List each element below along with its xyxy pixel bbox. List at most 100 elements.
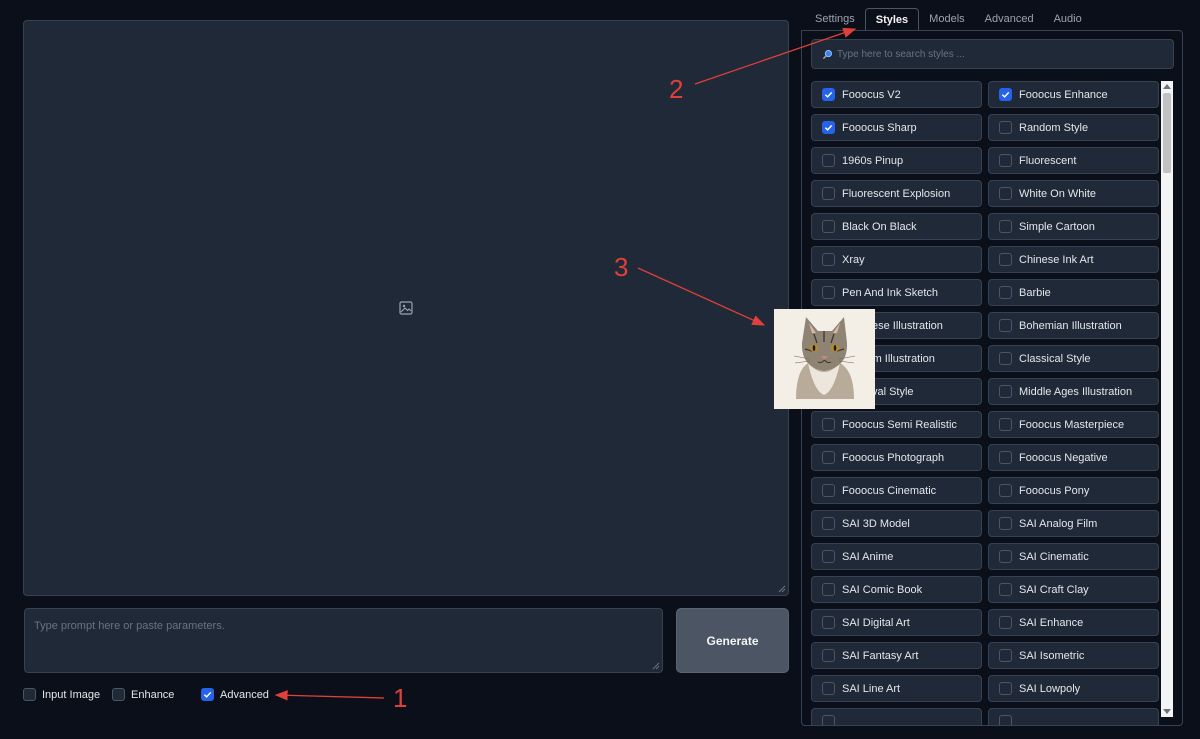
- style-label: Fooocus Masterpiece: [1019, 418, 1125, 431]
- style-checkbox[interactable]: [999, 154, 1012, 167]
- style-checkbox[interactable]: [999, 385, 1012, 398]
- style-option[interactable]: Pen And Ink Sketch: [811, 279, 982, 306]
- generate-button[interactable]: Generate: [676, 608, 789, 673]
- style-option[interactable]: White On White: [988, 180, 1159, 207]
- style-checkbox[interactable]: [822, 517, 835, 530]
- style-label: SAI Cinematic: [1019, 550, 1089, 563]
- style-option[interactable]: Fluorescent Explosion: [811, 180, 982, 207]
- scroll-up-icon[interactable]: [1163, 84, 1171, 89]
- style-checkbox[interactable]: [822, 220, 835, 233]
- style-checkbox[interactable]: [822, 253, 835, 266]
- tab-settings[interactable]: Settings: [805, 8, 865, 31]
- style-option[interactable]: Fluorescent: [988, 147, 1159, 174]
- style-option[interactable]: Fooocus Sharp: [811, 114, 982, 141]
- scroll-down-icon[interactable]: [1163, 709, 1171, 714]
- tab-models[interactable]: Models: [919, 8, 974, 31]
- style-option[interactable]: SAI Craft Clay: [988, 576, 1159, 603]
- style-option[interactable]: Fooocus Negative: [988, 444, 1159, 471]
- style-option[interactable]: [988, 708, 1159, 725]
- style-option[interactable]: Barbie: [988, 279, 1159, 306]
- scrollbar-thumb[interactable]: [1163, 93, 1171, 173]
- style-search-input[interactable]: Type here to search styles ...: [811, 39, 1174, 69]
- style-checkbox[interactable]: [999, 715, 1012, 725]
- style-option[interactable]: SAI 3D Model: [811, 510, 982, 537]
- style-option[interactable]: Fooocus Cinematic: [811, 477, 982, 504]
- advanced-checkbox[interactable]: [201, 688, 214, 701]
- tab-advanced[interactable]: Advanced: [975, 8, 1044, 31]
- style-checkbox[interactable]: [999, 682, 1012, 695]
- enhance-option[interactable]: Enhance: [112, 688, 174, 701]
- style-checkbox[interactable]: [999, 484, 1012, 497]
- style-option[interactable]: SAI Analog Film: [988, 510, 1159, 537]
- style-checkbox[interactable]: [999, 517, 1012, 530]
- style-option[interactable]: 1960s Pinup: [811, 147, 982, 174]
- resize-grip-icon[interactable]: [652, 662, 660, 670]
- style-checkbox[interactable]: [822, 451, 835, 464]
- style-checkbox[interactable]: [822, 649, 835, 662]
- style-option[interactable]: [811, 708, 982, 725]
- style-checkbox[interactable]: [822, 583, 835, 596]
- style-option[interactable]: Fooocus V2: [811, 81, 982, 108]
- style-checkbox[interactable]: [999, 649, 1012, 662]
- style-checkbox[interactable]: [822, 187, 835, 200]
- style-checkbox[interactable]: [999, 187, 1012, 200]
- style-option[interactable]: Middle Ages Illustration: [988, 378, 1159, 405]
- style-option[interactable]: Simple Cartoon: [988, 213, 1159, 240]
- prompt-placeholder: Type prompt here or paste parameters.: [34, 620, 225, 632]
- style-checkbox[interactable]: [999, 220, 1012, 233]
- style-checkbox[interactable]: [822, 286, 835, 299]
- style-checkbox[interactable]: [999, 451, 1012, 464]
- style-checkbox[interactable]: [822, 121, 835, 134]
- style-option[interactable]: SAI Enhance: [988, 609, 1159, 636]
- style-checkbox[interactable]: [822, 550, 835, 563]
- style-checkbox[interactable]: [999, 583, 1012, 596]
- style-checkbox[interactable]: [999, 550, 1012, 563]
- style-checkbox[interactable]: [822, 484, 835, 497]
- tab-audio[interactable]: Audio: [1044, 8, 1092, 31]
- style-checkbox[interactable]: [999, 352, 1012, 365]
- style-checkbox[interactable]: [822, 418, 835, 431]
- style-option[interactable]: SAI Line Art: [811, 675, 982, 702]
- styles-scrollbar[interactable]: [1161, 81, 1173, 717]
- style-checkbox[interactable]: [999, 319, 1012, 332]
- style-option[interactable]: Fooocus Masterpiece: [988, 411, 1159, 438]
- style-checkbox[interactable]: [999, 121, 1012, 134]
- style-checkbox[interactable]: [822, 154, 835, 167]
- style-option[interactable]: Classical Style: [988, 345, 1159, 372]
- style-label: SAI Fantasy Art: [842, 649, 919, 662]
- style-checkbox[interactable]: [999, 88, 1012, 101]
- style-option[interactable]: SAI Isometric: [988, 642, 1159, 669]
- style-option[interactable]: Chinese Ink Art: [988, 246, 1159, 273]
- image-output-area[interactable]: [23, 20, 789, 596]
- style-checkbox[interactable]: [999, 253, 1012, 266]
- style-checkbox[interactable]: [822, 715, 835, 725]
- style-option[interactable]: Black On Black: [811, 213, 982, 240]
- style-option[interactable]: Fooocus Enhance: [988, 81, 1159, 108]
- input-image-option[interactable]: Input Image: [23, 688, 100, 701]
- style-label: 1960s Pinup: [842, 154, 904, 167]
- style-option[interactable]: SAI Lowpoly: [988, 675, 1159, 702]
- style-option[interactable]: Xray: [811, 246, 982, 273]
- style-option[interactable]: Fooocus Semi Realistic: [811, 411, 982, 438]
- style-option[interactable]: Random Style: [988, 114, 1159, 141]
- style-option[interactable]: Bohemian Illustration: [988, 312, 1159, 339]
- advanced-option[interactable]: Advanced: [201, 688, 269, 701]
- style-checkbox[interactable]: [822, 88, 835, 101]
- style-checkbox[interactable]: [999, 418, 1012, 431]
- style-option[interactable]: SAI Cinematic: [988, 543, 1159, 570]
- prompt-input[interactable]: Type prompt here or paste parameters.: [24, 608, 663, 673]
- input-image-checkbox[interactable]: [23, 688, 36, 701]
- style-option[interactable]: Fooocus Pony: [988, 477, 1159, 504]
- resize-grip-icon[interactable]: [778, 585, 786, 593]
- style-checkbox[interactable]: [999, 616, 1012, 629]
- style-checkbox[interactable]: [999, 286, 1012, 299]
- enhance-checkbox[interactable]: [112, 688, 125, 701]
- style-option[interactable]: SAI Comic Book: [811, 576, 982, 603]
- style-option[interactable]: Fooocus Photograph: [811, 444, 982, 471]
- style-option[interactable]: SAI Fantasy Art: [811, 642, 982, 669]
- tab-styles[interactable]: Styles: [864, 8, 920, 31]
- style-checkbox[interactable]: [822, 616, 835, 629]
- style-option[interactable]: SAI Digital Art: [811, 609, 982, 636]
- style-option[interactable]: SAI Anime: [811, 543, 982, 570]
- style-checkbox[interactable]: [822, 682, 835, 695]
